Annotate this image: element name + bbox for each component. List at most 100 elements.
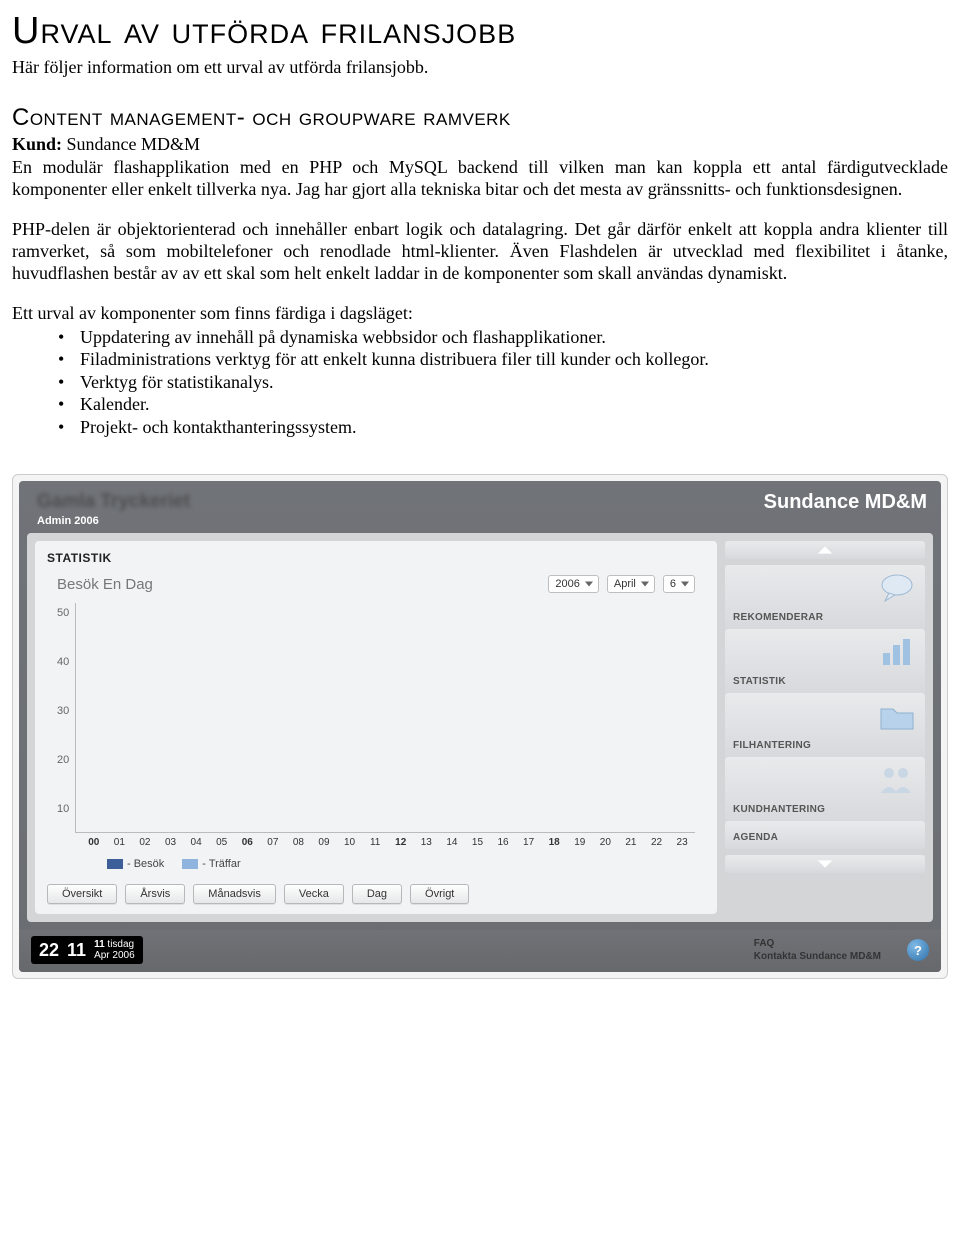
x-tick: 21 (618, 837, 644, 848)
x-tick: 05 (209, 837, 235, 848)
swatch-icon (182, 859, 198, 869)
x-tick: 17 (516, 837, 542, 848)
chart-area: 5040302010 (57, 603, 695, 833)
sidebar-item-icon (877, 571, 917, 610)
date-day-2: 11 (67, 940, 86, 961)
legend: - Besök - Träffar (107, 858, 705, 870)
client-label: Kund: (12, 134, 62, 154)
app-header: Gamla Tryckeriet Admin 2006 Sundance MD&… (19, 481, 941, 533)
legend-item-traffar: - Träffar (182, 858, 240, 870)
sidebar-item-statistik[interactable]: STATISTIK (725, 629, 925, 693)
x-tick: 01 (107, 837, 133, 848)
sidebar-item-rekomenderar[interactable]: REKOMENDERAR (725, 565, 925, 629)
x-axis: 0001020304050607080910111213141516171819… (81, 837, 695, 848)
day-select[interactable]: 6 (663, 575, 695, 593)
date-month: Apr (94, 950, 110, 961)
paragraph-1: En modulär flashapplikation med en PHP o… (12, 157, 948, 201)
sidebar: REKOMENDERAR STATISTIK FILHANTERING KUNDHAN… (725, 541, 925, 914)
legend-label: - Besök (127, 858, 164, 870)
x-tick: 23 (669, 837, 695, 848)
sidebar-item-label: FILHANTERING (733, 740, 811, 751)
sidebar-item-icon (877, 763, 917, 802)
chevron-up-icon (816, 544, 834, 556)
client-line: Kund: Sundance MD&M (12, 134, 948, 155)
bars-container (76, 603, 695, 832)
view-button-övrigt[interactable]: Övrigt (410, 884, 469, 904)
sidebar-item-kundhantering[interactable]: KUNDHANTERING (725, 757, 925, 821)
x-tick: 07 (260, 837, 286, 848)
chart-controls: Besök En Dag 2006 April 6 (57, 575, 695, 593)
x-tick: 18 (541, 837, 567, 848)
view-buttons: Översikt Årsvis Månadsvis Vecka Dag Övrigt (47, 884, 705, 904)
contact-link[interactable]: Kontakta Sundance MD&M (754, 950, 881, 963)
list-item: Filadministrations verktyg för att enkel… (58, 348, 948, 371)
legend-label: - Träffar (202, 858, 240, 870)
date-year: 2006 (112, 950, 134, 961)
sidebar-item-agenda[interactable]: AGENDA (725, 821, 925, 849)
brand-label: Sundance MD&M (764, 491, 927, 514)
app-footer: 22 11 11 tisdag Apr 2006 FAQ Kontakta Su… (19, 930, 941, 972)
list-item: Uppdatering av innehåll på dynamiska web… (58, 326, 948, 349)
help-icon[interactable]: ? (907, 939, 929, 961)
sidebar-item-label: STATISTIK (733, 676, 786, 687)
client-value: Sundance MD&M (67, 134, 201, 154)
sidebar-item-label: REKOMENDERAR (733, 612, 823, 623)
y-tick: 30 (57, 705, 69, 717)
x-tick: 03 (158, 837, 184, 848)
paragraph-2: PHP-delen är objektorienterad och innehå… (12, 219, 948, 285)
faq-link[interactable]: FAQ (754, 937, 881, 950)
components-intro: Ett urval av komponenter som finns färdi… (12, 303, 948, 324)
y-tick: 50 (57, 607, 69, 619)
x-tick: 22 (644, 837, 670, 848)
list-item: Verktyg för statistikanalys. (58, 371, 948, 394)
view-button-vecka[interactable]: Vecka (284, 884, 344, 904)
panel-title: STATISTIK (47, 551, 705, 565)
view-button-översikt[interactable]: Översikt (47, 884, 117, 904)
chart-title: Besök En Dag (57, 576, 540, 593)
main-panel: STATISTIK Besök En Dag 2006 April 6 5040… (35, 541, 717, 914)
sidebar-item-icon (877, 699, 917, 738)
x-tick: 15 (465, 837, 491, 848)
section-heading: Content management- och groupware ramver… (12, 104, 948, 132)
y-tick: 20 (57, 754, 69, 766)
screenshot-frame: Gamla Tryckeriet Admin 2006 Sundance MD&… (12, 474, 948, 979)
date-weekday: tisdag (107, 939, 134, 950)
date-widget: 22 11 11 tisdag Apr 2006 (31, 936, 143, 964)
x-tick: 13 (414, 837, 440, 848)
intro-text: Här följer information om ett urval av u… (12, 57, 948, 78)
list-item: Kalender. (58, 393, 948, 416)
y-axis: 5040302010 (57, 603, 75, 833)
x-tick: 06 (234, 837, 260, 848)
x-tick: 19 (567, 837, 593, 848)
swatch-icon (107, 859, 123, 869)
x-tick: 11 (362, 837, 388, 848)
app-body: STATISTIK Besök En Dag 2006 April 6 5040… (27, 533, 933, 922)
x-tick: 00 (81, 837, 107, 848)
sidebar-item-filhantering[interactable]: FILHANTERING (725, 693, 925, 757)
x-tick: 16 (490, 837, 516, 848)
sidebar-item-label: KUNDHANTERING (733, 804, 825, 815)
month-select[interactable]: April (607, 575, 655, 593)
components-list: Uppdatering av innehåll på dynamiska web… (12, 326, 948, 439)
x-tick: 02 (132, 837, 158, 848)
x-tick: 14 (439, 837, 465, 848)
app-window: Gamla Tryckeriet Admin 2006 Sundance MD&… (19, 481, 941, 972)
view-button-månadsvis[interactable]: Månadsvis (193, 884, 276, 904)
x-tick: 12 (388, 837, 414, 848)
date-day-1: 22 (39, 940, 59, 961)
footer-links: FAQ Kontakta Sundance MD&M (754, 937, 881, 963)
x-tick: 20 (593, 837, 619, 848)
view-button-årsvis[interactable]: Årsvis (125, 884, 185, 904)
date-day-3: 11 (94, 939, 105, 950)
year-select[interactable]: 2006 (548, 575, 598, 593)
sidebar-scroll-down[interactable] (725, 855, 925, 873)
sidebar-scroll-up[interactable] (725, 541, 925, 559)
legend-item-besok: - Besök (107, 858, 164, 870)
sidebar-item-label: AGENDA (733, 832, 778, 843)
plot-area (75, 603, 695, 833)
app-subtitle: Admin 2006 (37, 515, 190, 527)
sidebar-item-icon (877, 635, 917, 674)
chevron-down-icon (816, 858, 834, 870)
x-tick: 04 (183, 837, 209, 848)
view-button-dag[interactable]: Dag (352, 884, 402, 904)
